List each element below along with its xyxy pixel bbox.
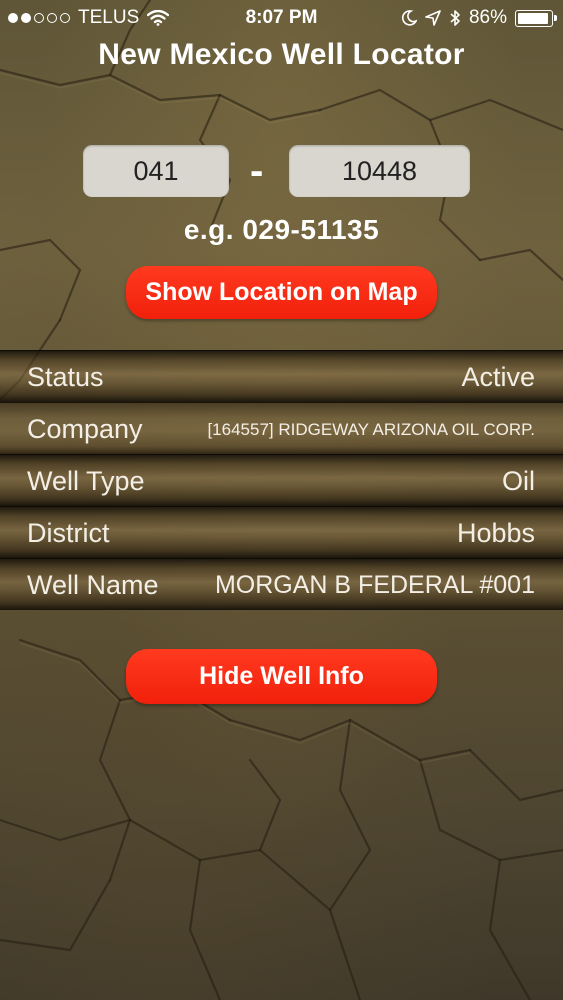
format-example: e.g. 029-51135 <box>183 214 380 245</box>
info-row-company: Company [164557] RIDGEWAY ARIZONA OIL CO… <box>0 402 563 454</box>
info-value: Hobbs <box>456 518 535 548</box>
info-row-well-name: Well Name MORGAN B FEDERAL #001 <box>0 558 563 610</box>
info-label: District <box>27 518 110 548</box>
moon-icon <box>401 10 417 26</box>
hide-well-info-button[interactable]: Hide Well Info <box>126 649 437 704</box>
info-label: Well Type <box>27 466 145 496</box>
location-arrow-icon <box>425 10 441 26</box>
info-value: Oil <box>502 466 535 496</box>
api-prefix-field[interactable]: 041 <box>83 145 229 197</box>
well-info-panel: Status Active Company [164557] RIDGEWAY … <box>0 350 563 610</box>
page-title: New Mexico Well Locator <box>98 38 465 71</box>
info-row-district: District Hobbs <box>0 506 563 558</box>
info-value: Active <box>461 362 535 392</box>
info-value: MORGAN B FEDERAL #001 <box>214 571 535 599</box>
status-bar: TELUS 8:07 PM 86% <box>0 0 563 36</box>
info-row-status: Status Active <box>0 350 563 402</box>
battery-percent: 86% <box>468 7 507 28</box>
api-separator: - <box>250 149 264 193</box>
bluetooth-icon <box>450 10 460 26</box>
show-location-on-map-button[interactable]: Show Location on Map <box>126 266 437 319</box>
api-number-field[interactable]: 10448 <box>289 145 470 197</box>
info-label: Status <box>27 362 104 392</box>
info-value: [164557] RIDGEWAY ARIZONA OIL CORP. <box>207 420 535 439</box>
info-label: Company <box>27 414 143 444</box>
battery-icon <box>515 9 557 27</box>
info-label: Well Name <box>27 570 159 600</box>
info-row-well-type: Well Type Oil <box>0 454 563 506</box>
status-right: 86% <box>401 7 557 29</box>
